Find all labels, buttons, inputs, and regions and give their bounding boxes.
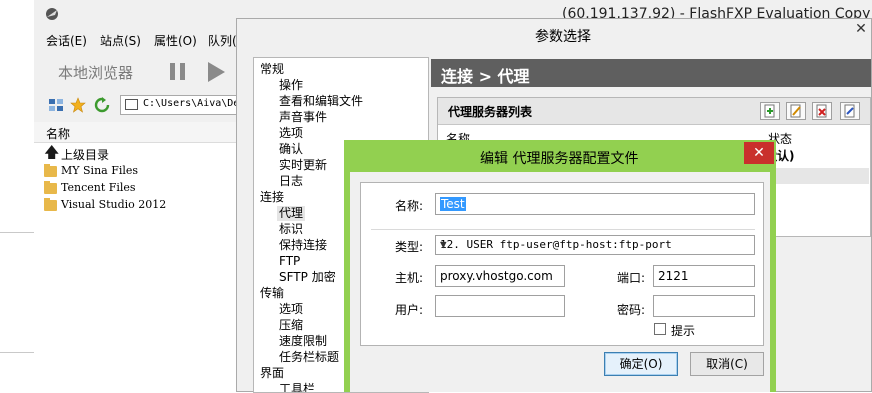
menu-session[interactable]: 会话(E)	[46, 32, 87, 49]
name-label: 名称:	[395, 199, 424, 213]
local-path-input[interactable]: C:\Users\Aiva\De	[120, 95, 242, 115]
chevron-down-icon: ▼	[440, 238, 447, 251]
tree-item-view-edit[interactable]: 查看和编辑文件	[279, 94, 363, 109]
folder-icon	[44, 198, 57, 211]
tree-item-sftp-encryption[interactable]: SFTP 加密	[279, 270, 336, 285]
desktop-divider	[0, 232, 34, 233]
folder-name: MY Sina Files	[61, 164, 139, 177]
type-label: 类型:	[395, 240, 424, 254]
tree-item-log[interactable]: 日志	[279, 174, 303, 189]
tree-item-connection[interactable]: 连接	[260, 190, 284, 205]
folder-icon	[44, 164, 57, 177]
tree-item-keep-alive[interactable]: 保持连接	[279, 238, 327, 253]
folder-icon	[44, 181, 57, 194]
play-icon[interactable]	[208, 62, 225, 82]
user-label: 用户:	[395, 303, 424, 317]
preferences-titlebar: 参数选择 ✕	[237, 19, 871, 49]
set-default-icon[interactable]	[840, 102, 860, 120]
delete-proxy-icon[interactable]	[812, 102, 832, 120]
list-item[interactable]: Visual Studio 2012	[44, 197, 238, 214]
up-arrow-icon: 🡅	[44, 143, 60, 161]
tree-item-identity[interactable]: 标识	[279, 222, 303, 237]
tree-item-operations[interactable]: 操作	[279, 78, 303, 93]
tree-item-transfer[interactable]: 传输	[260, 286, 284, 301]
close-icon[interactable]: ✕	[851, 19, 871, 39]
edit-dialog-body: 名称: Test 类型: 12. USER ftp-user@ftp-host:…	[350, 172, 770, 392]
menu-sites[interactable]: 站点(S)	[100, 32, 141, 49]
column-header-name[interactable]: 名称	[46, 125, 70, 142]
password-label: 密码:	[617, 303, 646, 317]
tree-item-sound-events[interactable]: 声音事件	[279, 110, 327, 125]
tree-item-ftp[interactable]: FTP	[279, 254, 300, 269]
edit-dialog-title: 编辑 代理服务器配置文件	[480, 151, 639, 167]
name-value: Test	[440, 197, 466, 211]
list-item[interactable]: Tencent Files	[44, 180, 238, 197]
proxy-type-select[interactable]: 12. USER ftp-user@ftp-host:ftp-port ▼	[435, 235, 755, 255]
ok-button[interactable]: 确定(O)	[604, 352, 678, 376]
tree-item-confirm[interactable]: 确认	[279, 142, 303, 157]
local-file-list: 名称 🡅 上级目录 MY Sina Files Tencent Files Vi…	[34, 122, 238, 392]
local-path-text: C:\Users\Aiva\De	[143, 98, 240, 109]
proxy-list-title: 代理服务器列表	[448, 105, 533, 119]
host-field[interactable]: proxy.vhostgo.com	[435, 265, 565, 287]
tree-item-general[interactable]: 常规	[260, 62, 284, 77]
connections-icon[interactable]	[48, 97, 64, 113]
tree-item-interface[interactable]: 界面	[260, 366, 284, 381]
cancel-button[interactable]: 取消(C)	[690, 352, 764, 376]
refresh-icon[interactable]	[94, 97, 110, 113]
tree-item-options[interactable]: 选项	[279, 126, 303, 141]
proxy-settings-group: 名称: Test 类型: 12. USER ftp-user@ftp-host:…	[360, 182, 764, 346]
preferences-title: 参数选择	[535, 29, 591, 45]
tree-item-toolbar[interactable]: 工具栏	[279, 382, 315, 392]
port-label: 端口:	[617, 271, 646, 285]
local-toolbar: 本地浏览器	[34, 52, 238, 92]
edit-proxy-dialog: 编辑 代理服务器配置文件 ✕ 名称: Test 类型: 12. USER ftp…	[344, 140, 776, 392]
local-browser-button[interactable]: 本地浏览器	[58, 62, 133, 83]
tree-item-taskbar-title[interactable]: 任务栏标题	[279, 350, 339, 365]
tree-item-live-update[interactable]: 实时更新	[279, 158, 327, 173]
favorites-star-icon[interactable]	[70, 97, 86, 113]
flashfxp-app-icon	[46, 8, 58, 20]
pause-icon[interactable]	[170, 63, 186, 80]
user-field[interactable]	[435, 295, 565, 317]
close-icon[interactable]: ✕	[744, 142, 774, 164]
name-field[interactable]: Test	[435, 193, 755, 215]
host-value: proxy.vhostgo.com	[440, 269, 553, 283]
tree-item-transfer-options[interactable]: 选项	[279, 302, 303, 317]
menu-queue[interactable]: 队列(	[208, 32, 237, 49]
divider	[371, 229, 755, 230]
page-header-title: 连接 > 代理	[441, 67, 530, 86]
port-value: 2121	[658, 269, 689, 283]
hint-checkbox[interactable]	[654, 323, 666, 335]
proxy-list-header: 代理服务器列表	[438, 98, 870, 125]
parent-dir-label: 上级目录	[61, 148, 110, 162]
menu-options[interactable]: 属性(O)	[154, 32, 197, 49]
tree-item-proxy[interactable]: 代理	[277, 206, 306, 221]
list-item-parent-dir[interactable]: 🡅 上级目录	[44, 143, 238, 163]
file-list-header: 名称	[34, 122, 238, 143]
edit-proxy-icon[interactable]	[786, 102, 806, 120]
page-header: 连接 > 代理	[431, 59, 871, 87]
tree-item-compression[interactable]: 压缩	[279, 318, 303, 333]
port-field[interactable]: 2121	[653, 265, 755, 287]
tree-item-speed-limit[interactable]: 速度限制	[279, 334, 327, 349]
list-item[interactable]: MY Sina Files	[44, 163, 238, 180]
folder-icon	[125, 99, 138, 110]
hint-label: 提示	[671, 324, 696, 338]
host-label: 主机:	[395, 271, 424, 285]
add-proxy-icon[interactable]	[760, 102, 780, 120]
desktop-divider	[0, 352, 34, 353]
folder-name: Visual Studio 2012	[61, 198, 167, 211]
folder-name: Tencent Files	[61, 181, 136, 194]
password-field[interactable]	[653, 295, 755, 317]
path-bar: C:\Users\Aiva\De	[34, 94, 242, 116]
